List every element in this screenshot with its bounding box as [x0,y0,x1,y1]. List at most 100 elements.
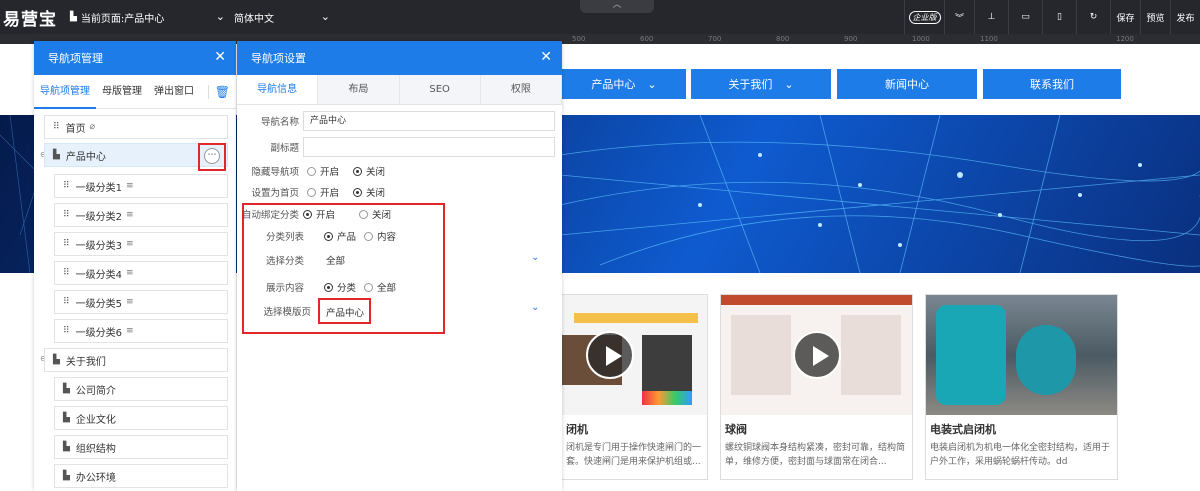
site-nav-item[interactable]: 产品中心 ⌄ [562,69,686,99]
tab-popup-window[interactable]: 弹出窗口 [148,75,200,109]
nav-name-label: 导航名称 [260,117,299,128]
ruler-tick: 600 [640,35,654,43]
page-icon: ▙ [53,355,60,365]
tree-item-about[interactable]: ▙ 关于我们 [44,348,228,372]
settings-tabs: 导航信息 布局 SEO 权限 [237,75,562,105]
radio-content[interactable] [364,231,374,241]
set-home-label: 设置为首页 [251,188,299,199]
nav-name-input[interactable]: 产品中心 [303,111,555,131]
link-icon: ⌀ [89,122,96,132]
play-icon[interactable] [793,331,841,379]
panel-header: 导航项管理 ✕ [34,41,236,75]
page-icon: ▙ [63,471,70,481]
color-bar [642,391,692,405]
grid-icon: ⠿ [63,210,70,220]
tree-item-sub[interactable]: ⠿ 一级分类3 ≡ [54,232,228,256]
slide-block [731,315,791,395]
mobile-icon[interactable]: ▯ [1042,0,1076,34]
product-image [562,295,707,415]
product-card[interactable]: 闭机 闭机是专门用于操作快速闸门的一套。快速闸门是用来保护机组或... [562,294,708,480]
list-icon: ≡ [125,268,134,278]
product-title: 闭机 [566,423,588,436]
chevron-down-icon[interactable]: ⌄ [531,252,539,263]
product-title: 球阀 [725,423,747,436]
tree-item-sub[interactable]: ⠿ 一级分类1 ≡ [54,174,228,198]
chevron-down-icon: ⌄ [215,10,225,23]
product-card[interactable]: 电装式启闭机 电装启闭机为机电一体化全密封结构，适用于户外工作，采用蜗轮蜗杆传动… [925,294,1118,480]
undo-icon[interactable]: ↻ [1076,0,1110,34]
product-card[interactable]: 球阀 螺纹铜球阀本身结构紧凑，密封可靠，结构简单，维修方便，密封面与球面常在闭合… [720,294,913,480]
more-options-icon[interactable]: ⋯ [204,148,220,164]
ruler-tick: 900 [844,35,858,43]
radio-on[interactable] [307,166,316,176]
nav-manager-panel: 导航项管理 ✕ 导航项管理 母版管理 弹出窗口 🗑 ⠿首页⌀ ⊖ ▙产品中心 ⋯… [34,41,236,491]
tab-layout[interactable]: 布局 [318,75,400,104]
hide-nav-label: 隐藏导航项 [251,167,299,178]
photo-block [642,335,692,395]
choose-cat-value: 全部 [326,256,346,267]
field-subtitle: 副标题 [237,137,299,157]
grid-icon: ⠿ [63,326,70,336]
desktop-icon[interactable]: ▭ [1008,0,1042,34]
tab-seo[interactable]: SEO [399,75,481,104]
tree-item-home[interactable]: ⠿ 首页 ⌀ [44,115,228,139]
radio-off[interactable] [353,187,363,197]
pc-layout-icon[interactable]: ︾ [944,0,974,34]
radio-on[interactable] [307,187,316,197]
grid-icon: ⠿ [63,297,70,307]
current-page-select[interactable]: ▙ 当前页面:产品中心 ⌄ [70,0,230,34]
show-content-label: 展示内容 [265,283,304,294]
site-nav-item[interactable]: 新闻中心 [837,69,977,99]
radio-product[interactable] [324,231,333,241]
radio-category[interactable] [324,282,333,292]
site-nav-item[interactable]: 关于我们 ⌄ [691,69,831,99]
radio-all[interactable] [364,282,374,292]
top-toolbar: 易营宝 ▙ 当前页面:产品中心 ⌄ 简体中文 ⌄ ︿ 企业版 ︾ ⊥ ▭ ▯ ↻… [0,0,1200,34]
publish-button[interactable]: 发布 [1170,0,1200,34]
tree-item-sub[interactable]: ▙ 公司简介 [54,377,228,401]
tab-master-manage[interactable]: 母版管理 [96,75,148,109]
ruler-tick: 1200 [1116,35,1134,43]
field-nav-name: 导航名称 [237,111,299,131]
page-icon: ▙ [70,12,77,22]
tab-nav-manage[interactable]: 导航项管理 [34,75,96,109]
nav-settings-panel: 导航项设置 ✕ 导航信息 布局 SEO 权限 导航名称 产品中心 副标题 隐藏导… [237,41,562,491]
radio-off[interactable] [353,166,363,176]
grid-icon: ⠿ [63,239,70,249]
collapse-toolbar-button[interactable]: ︿ [580,0,654,13]
template-value[interactable]: 产品中心 [326,305,364,319]
save-button[interactable]: 保存 [1110,0,1140,34]
product-desc: 电装启闭机为机电一体化全密封结构，适用于户外工作，采用蜗轮蜗杆传动。dd [930,443,1111,467]
tab-nav-info[interactable]: 导航信息 [237,75,319,104]
banner-strip [574,313,698,323]
field-set-home: 设置为首页 开启 关闭 [237,182,385,202]
close-icon[interactable]: ✕ [540,49,552,65]
radio-on[interactable] [303,209,312,219]
panel-tabs: 导航项管理 母版管理 弹出窗口 🗑 [34,75,236,109]
align-icon[interactable]: ⊥ [974,0,1008,34]
field-template[interactable]: 选择模版页 [237,301,557,321]
chevron-down-icon[interactable]: ⌄ [531,302,539,313]
tab-permission[interactable]: 权限 [480,75,562,104]
field-choose-cat[interactable]: 选择分类 全部 [237,250,557,270]
trash-icon[interactable]: 🗑 [207,85,230,99]
tree-item-sub[interactable]: ⠿ 一级分类4 ≡ [54,261,228,285]
language-select[interactable]: 简体中文 ⌄ [234,0,334,34]
play-icon[interactable] [586,331,634,379]
auto-bind-label: 自动绑定分类 [241,210,299,221]
product-image [721,295,912,415]
site-nav-item[interactable]: 联系我们 [983,69,1121,99]
close-icon[interactable]: ✕ [214,49,226,65]
preview-button[interactable]: 预览 [1140,0,1170,34]
tree-item-sub[interactable]: ⠿ 一级分类5 ≡ [54,290,228,314]
radio-off[interactable] [359,209,369,219]
tree-item-sub[interactable]: ⠿ 一级分类2 ≡ [54,203,228,227]
tree-item-sub[interactable]: ⠿ 一级分类6 ≡ [54,319,228,343]
tree-item-sub[interactable]: ▙ 办公环境 [54,464,228,488]
product-title: 电装式启闭机 [930,423,996,436]
tree-item-sub[interactable]: ▙ 组织结构 [54,435,228,459]
edition-badge[interactable]: 企业版 [904,0,944,34]
subtitle-input[interactable] [303,137,555,157]
tree-item-sub[interactable]: ▙ 企业文化 [54,406,228,430]
ruler-tick: 1000 [912,35,930,43]
